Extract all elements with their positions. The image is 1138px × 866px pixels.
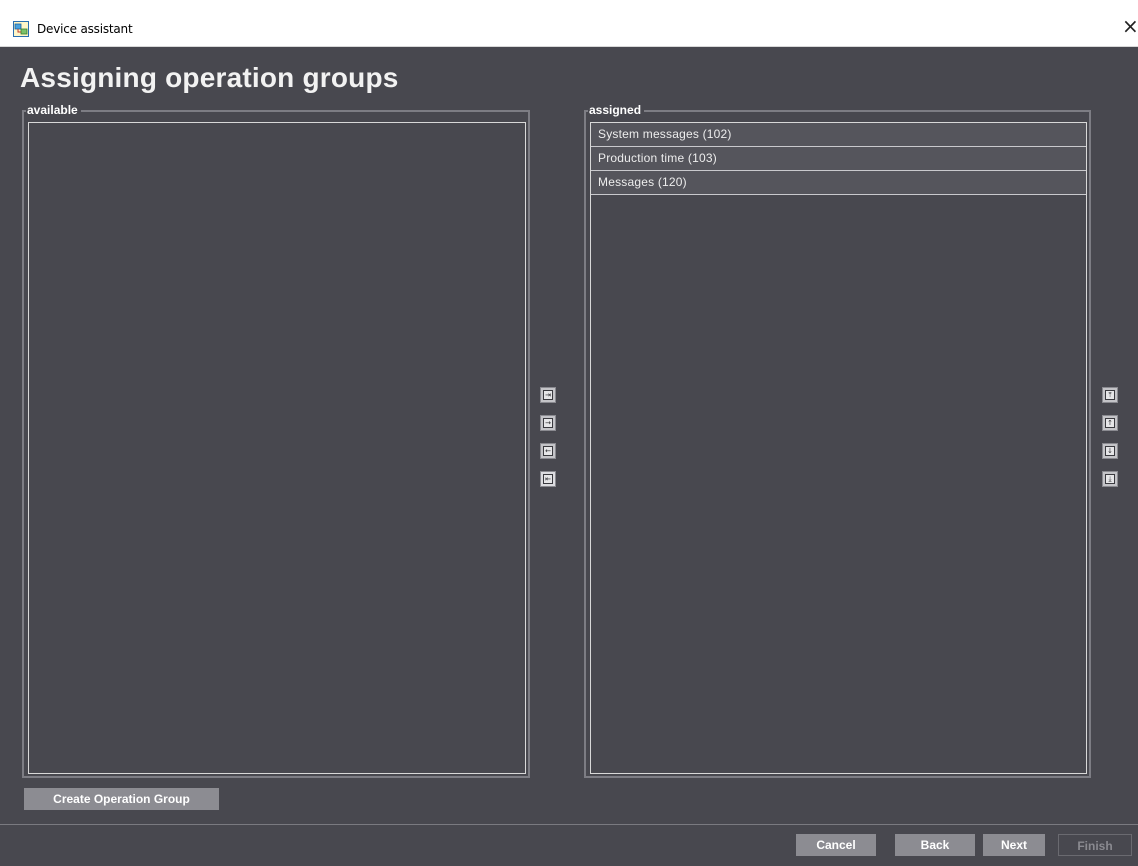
list-item[interactable]: System messages (102) — [591, 123, 1086, 147]
move-to-bottom-button[interactable]: ⤓ — [1102, 471, 1118, 487]
page-title: Assigning operation groups — [20, 62, 399, 93]
move-up-button[interactable]: ↑ — [1102, 415, 1118, 431]
move-all-right-button[interactable]: ⇥ — [540, 387, 556, 403]
move-right-button[interactable]: → — [540, 415, 556, 431]
move-to-top-button[interactable]: ⤒ — [1102, 387, 1118, 403]
footer-divider — [0, 824, 1138, 825]
available-list[interactable] — [28, 122, 526, 774]
finish-button[interactable]: Finish — [1058, 834, 1132, 856]
window-title: Device assistant — [37, 22, 133, 36]
close-icon[interactable]: × — [1122, 16, 1138, 36]
move-to-top-icon: ⤒ — [1105, 390, 1115, 400]
back-button[interactable]: Back — [895, 834, 975, 856]
cancel-button[interactable]: Cancel — [796, 834, 876, 856]
device-assistant-app-icon — [13, 21, 29, 37]
create-operation-group-button[interactable]: Create Operation Group — [24, 788, 219, 810]
title-bar: Device assistant × — [0, 0, 1138, 47]
available-group-label: available — [26, 103, 81, 117]
list-item[interactable]: Production time (103) — [591, 147, 1086, 171]
move-all-left-button[interactable]: ⇤ — [540, 471, 556, 487]
move-up-icon: ↑ — [1105, 418, 1115, 428]
next-button[interactable]: Next — [983, 834, 1045, 856]
assigned-group-label: assigned — [588, 103, 645, 117]
move-left-button[interactable]: ← — [540, 443, 556, 459]
assigned-list[interactable]: System messages (102) Production time (1… — [590, 122, 1087, 774]
move-down-icon: ↓ — [1105, 446, 1115, 456]
move-down-button[interactable]: ↓ — [1102, 443, 1118, 459]
move-left-icon: ← — [543, 446, 553, 456]
list-item[interactable]: Messages (120) — [591, 171, 1086, 195]
move-to-bottom-icon: ⤓ — [1105, 474, 1115, 484]
move-right-icon: → — [543, 418, 553, 428]
move-all-left-icon: ⇤ — [543, 474, 553, 484]
available-group: available — [22, 103, 530, 778]
move-all-right-icon: ⇥ — [543, 390, 553, 400]
assigned-group: assigned System messages (102) Productio… — [584, 103, 1091, 778]
